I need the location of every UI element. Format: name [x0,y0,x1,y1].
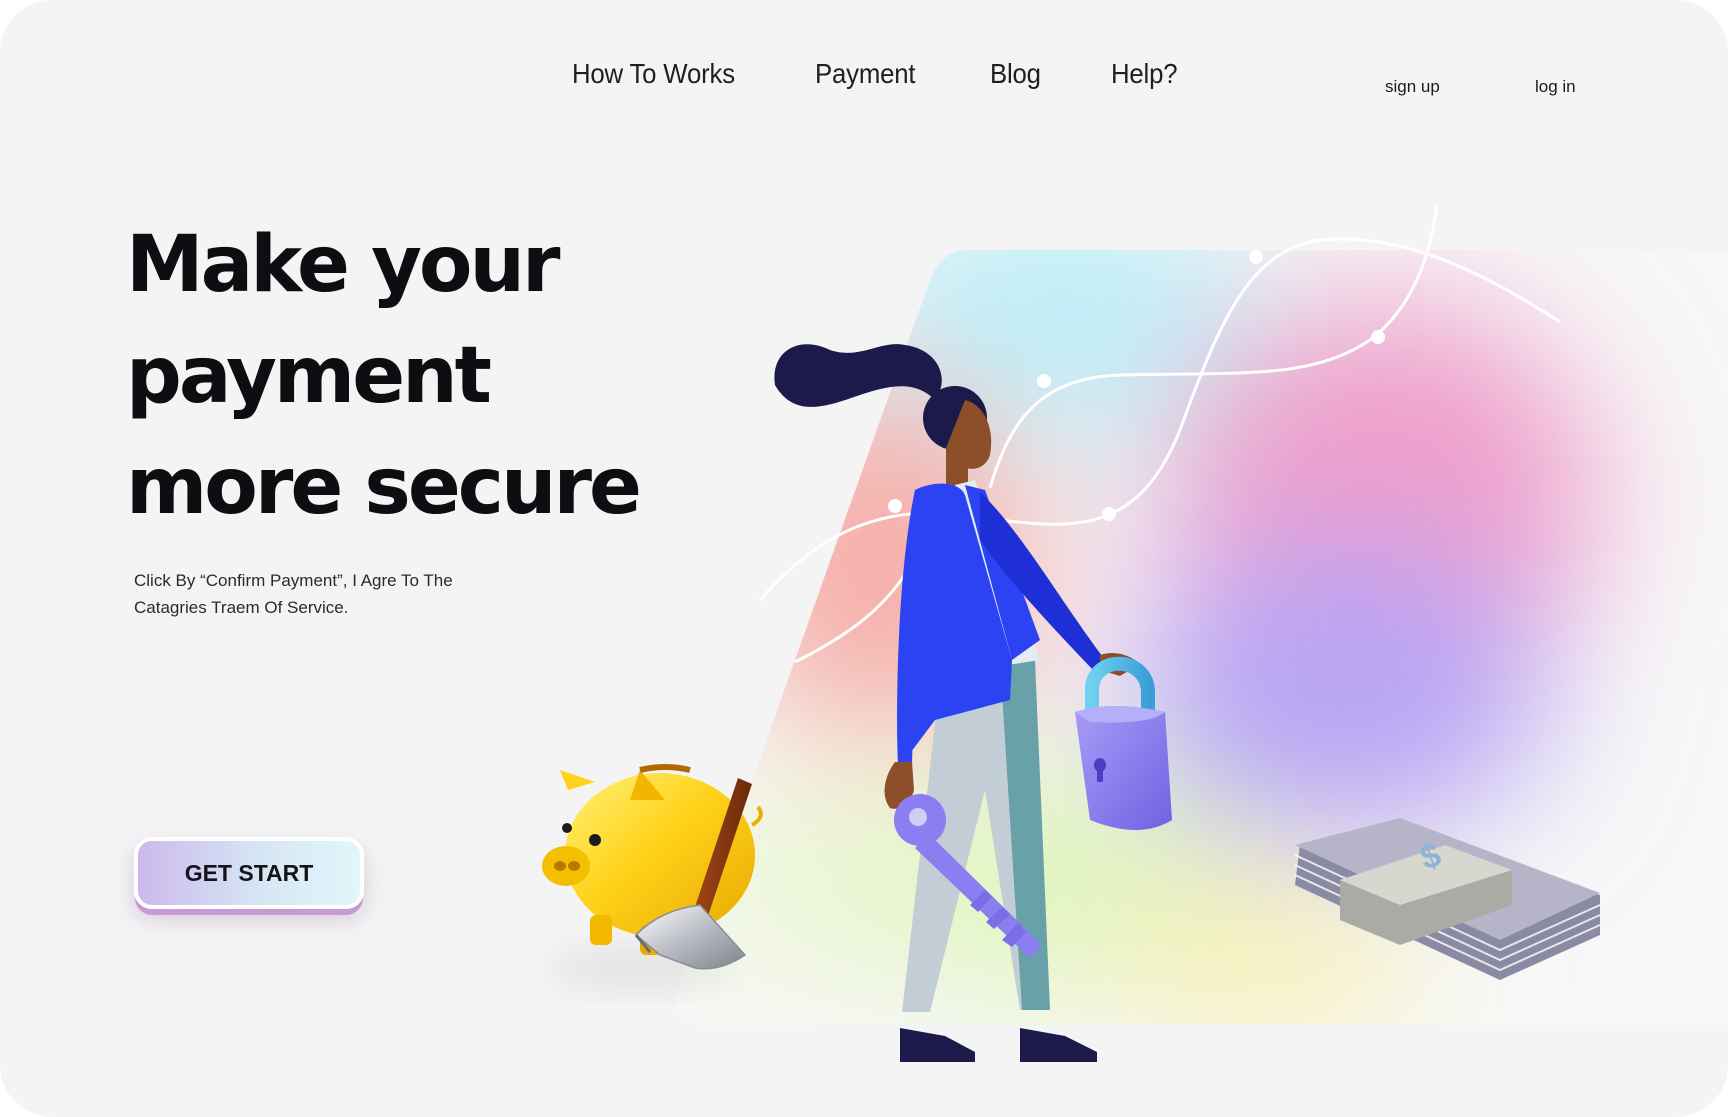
woman-illustration [774,344,1140,1062]
headline-line-1: Make your [126,220,561,310]
graph-curves [758,204,1561,664]
landing-page: $ How To Works Payment Blog Help? sign u… [0,0,1728,1117]
get-start-button[interactable]: GET START [134,837,364,909]
sign-up-link[interactable]: sign up [1385,77,1440,97]
log-in-link[interactable]: log in [1535,77,1576,97]
dollar-bills-icon: $ [1294,818,1601,980]
padlock-icon [1075,656,1172,830]
nav-payment[interactable]: Payment [815,58,916,90]
nav-how-to-works[interactable]: How To Works [572,58,735,90]
hammer-icon [634,778,752,970]
piggy-bank-icon [542,764,763,986]
svg-text:$: $ [1416,836,1446,878]
headline-line-3: more secure [126,442,642,532]
graph-points [888,250,1385,521]
headline-line-2: payment [126,331,492,421]
hero-headline: Make your payment more secure [126,210,642,543]
key-icon [894,794,1042,958]
nav-help[interactable]: Help? [1111,58,1178,90]
gradient-panel [675,250,1728,1025]
hero-subtitle: Click By “Confirm Payment”, I Agre To Th… [134,571,453,617]
main-nav: How To Works Payment Blog Help? [572,58,1250,90]
hero-illustration: $ [542,204,1728,1062]
nav-blog[interactable]: Blog [990,58,1041,90]
